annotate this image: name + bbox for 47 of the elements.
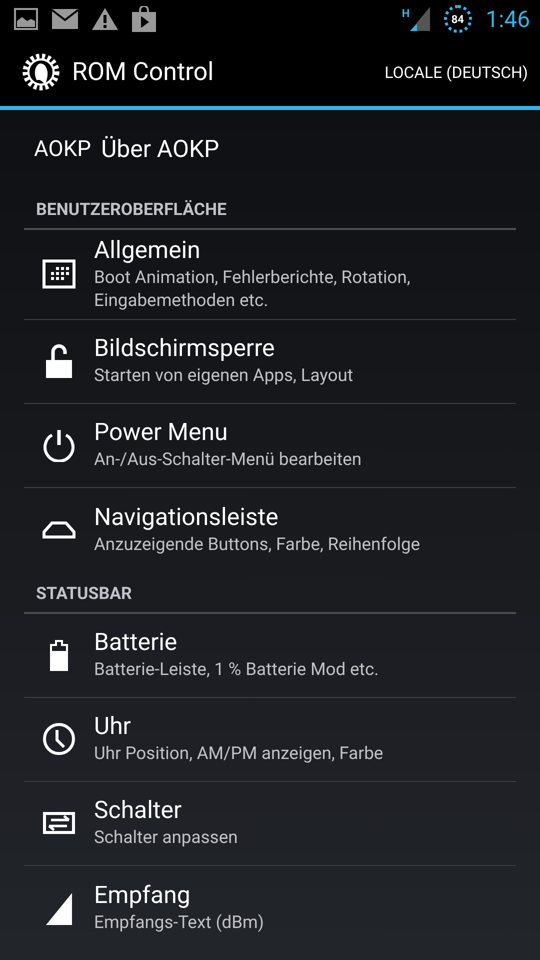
item-title: Batterie	[94, 628, 178, 656]
about-row[interactable]: AOKP Über AOKP	[0, 110, 540, 188]
item-summary: Schalter anpassen	[94, 827, 238, 850]
settings-item[interactable]: Uhr Uhr Position, AM/PM anzeigen, Farbe	[24, 698, 516, 782]
settings-item[interactable]: Batterie Batterie-Leiste, 1 % Batterie Mod etc.	[24, 614, 516, 698]
aokp-logo: AOKP	[34, 136, 92, 162]
network-type: H	[402, 7, 410, 20]
signal-icon	[410, 7, 430, 31]
section-header: STATUSBAR	[24, 572, 516, 614]
grid-icon	[42, 259, 76, 290]
settings-item[interactable]: Empfang Empfangs-Text (dBm)	[24, 866, 516, 950]
settings-item[interactable]: Power Menu An-/Aus-Schalter-Menü bearbeiten	[24, 404, 516, 488]
settings-item[interactable]: Bildschirmsperre Starten von eigenen Apps, Layout	[24, 320, 516, 404]
warning-icon	[92, 8, 118, 30]
mail-icon	[52, 9, 78, 29]
padlock-icon	[45, 343, 73, 379]
battery-icon	[49, 639, 69, 671]
settings-item[interactable]: Allgemein Boot Animation, Fehlerberichte, Rotation, Eingabemethoden etc.	[24, 230, 516, 320]
settings-item[interactable]: Navigationsleiste Anzuzeigende Buttons, Farbe, Reihenfolge	[24, 488, 516, 572]
item-title: Schalter	[94, 796, 183, 824]
clock: 1:46	[486, 6, 530, 32]
item-title: Navigationsleiste	[94, 502, 280, 531]
item-title: Uhr	[94, 712, 132, 740]
about-label: Über AOKP	[101, 135, 220, 163]
swap-arrows-icon	[43, 812, 75, 834]
gallery-icon	[14, 8, 38, 30]
home-icon	[42, 520, 76, 540]
item-summary: Boot Animation, Fehlerberichte, Rotation, Eingabemethoden etc.	[94, 267, 412, 312]
app-title: ROM Control	[72, 58, 215, 86]
item-summary: Empfangs-Text (dBm)	[94, 912, 264, 934]
item-summary: Starten von eigenen Apps, Layout	[94, 365, 354, 388]
locale-button[interactable]: LOCALE (DEUTSCH)	[384, 62, 528, 82]
item-summary: An-/Aus-Schalter-Menü bearbeiten	[94, 449, 362, 472]
settings-item[interactable]: Schalter Schalter anpassen	[24, 782, 516, 866]
signal-icon	[45, 890, 73, 924]
section-header: BENUTZEROBERFLÄCHE	[24, 188, 516, 230]
item-title: Empfang	[94, 880, 192, 909]
item-summary: Batterie-Leiste, 1 % Batterie Mod etc.	[94, 659, 379, 682]
power-icon	[42, 428, 76, 462]
store-bag-icon	[132, 6, 156, 32]
item-summary: Uhr Position, AM/PM anzeigen, Farbe	[94, 743, 384, 766]
item-title: Allgemein	[94, 236, 202, 264]
item-summary: Anzuzeigende Buttons, Farbe, Reihenfolge	[94, 534, 420, 556]
item-title: Bildschirmsperre	[94, 334, 276, 362]
item-title: Power Menu	[94, 418, 229, 446]
battery-level: 84	[444, 5, 472, 33]
clock-icon	[42, 722, 76, 756]
